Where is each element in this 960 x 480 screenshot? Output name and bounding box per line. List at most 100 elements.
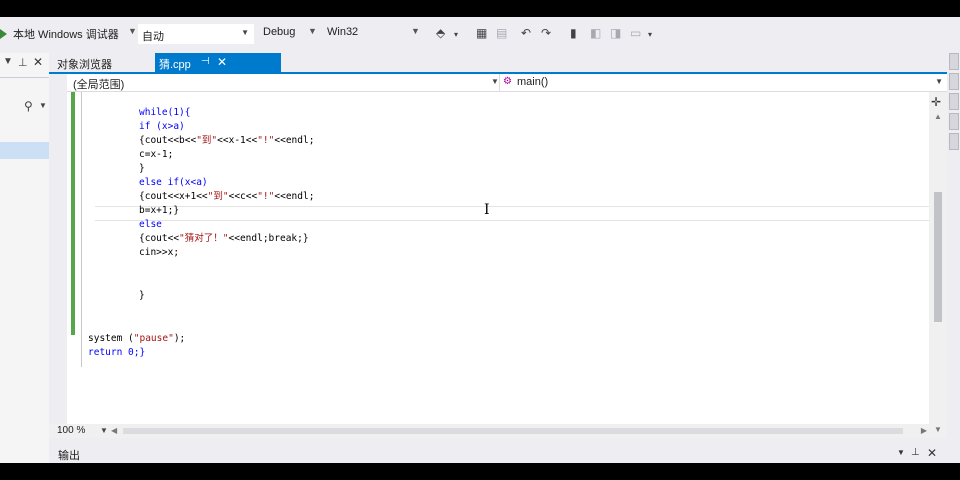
code-line[interactable]: if (x>a) [139, 120, 185, 134]
close-icon[interactable]: ✕ [927, 446, 937, 460]
code-line[interactable]: {cout<<b<<"到"<<x-1<<"!"<<endl; [139, 134, 314, 148]
chevron-down-icon[interactable]: ▼ [491, 77, 499, 86]
panel-dropdown-chevron-icon[interactable]: ▼ [3, 56, 13, 67]
code-token: while(1){ [139, 107, 191, 118]
solution-config-combo[interactable]: 自动 ▼ [138, 24, 254, 44]
platform-combo[interactable]: Win32 [327, 26, 358, 38]
code-line[interactable]: } [139, 162, 145, 176]
scope-combo[interactable]: (全局范围) [73, 76, 124, 92]
platform-chevron-icon[interactable]: ▼ [411, 26, 420, 36]
selected-tree-item[interactable] [0, 142, 49, 159]
start-debug-play-icon[interactable] [0, 29, 7, 39]
chevron-down-icon[interactable]: ▼ [935, 77, 943, 86]
pin-icon[interactable]: ⊣ [201, 56, 210, 67]
format-icon[interactable]: ▤ [496, 26, 507, 40]
redo-icon[interactable]: ↷ [541, 26, 551, 40]
clear-bookmarks-icon[interactable]: ▭ [630, 26, 641, 40]
code-line[interactable]: else if(x<a) [139, 176, 208, 190]
ide-window: 本地 Windows 调试器 ▼ 自动 ▼ Debug ▼ Win32 ▼ ⬘ … [0, 17, 960, 463]
layout-icon[interactable]: ▦ [476, 26, 487, 40]
divider [499, 74, 500, 92]
code-token: system ( [88, 333, 134, 344]
member-combo[interactable]: main() [517, 76, 548, 88]
toolbar-overflow-icon[interactable]: ▾ [454, 30, 458, 39]
scroll-up-icon[interactable]: ▲ [934, 112, 942, 121]
build-config-chevron-icon[interactable]: ▼ [308, 26, 317, 36]
tool-window-tab[interactable] [949, 113, 959, 130]
code-line[interactable]: {cout<<x+1<<"到"<<c<<"!"<<endl; [139, 190, 314, 204]
code-token: cin>>x; [139, 247, 180, 258]
search-dropdown-chevron-icon[interactable]: ▼ [39, 101, 47, 110]
tab-label: 猜.cpp [159, 59, 191, 71]
code-token: {cout<<b<< [139, 135, 197, 146]
string-literal: "pause" [133, 333, 174, 344]
tool-window-tab[interactable] [949, 53, 959, 70]
code-token: ); [173, 333, 186, 344]
scroll-down-icon[interactable]: ▼ [934, 425, 942, 434]
code-line[interactable]: while(1){ [139, 106, 190, 120]
code-token: } [139, 163, 145, 174]
debugger-dropdown-chevron-icon[interactable]: ▼ [128, 26, 137, 36]
code-token: <<endl;break;} [228, 233, 309, 244]
code-token: c=x-1; [139, 149, 174, 160]
code-token: else if(x<a) [139, 177, 208, 188]
string-literal: "猜对了！" [179, 233, 229, 244]
pin-icon[interactable]: ⊥ [18, 56, 28, 69]
code-line[interactable]: else [139, 218, 162, 232]
scroll-right-icon[interactable]: ▶ [921, 426, 927, 435]
horizontal-scrollbar-thumb[interactable] [123, 428, 903, 434]
code-line[interactable]: b=x+1;} [139, 204, 179, 218]
build-config-combo[interactable]: Debug [263, 26, 295, 38]
close-icon[interactable]: ✕ [217, 55, 227, 69]
prev-bookmark-icon[interactable]: ◧ [590, 26, 601, 40]
next-bookmark-icon[interactable]: ◨ [610, 26, 621, 40]
tab-object-browser[interactable]: 对象浏览器 [57, 56, 112, 72]
panel-dropdown-chevron-icon[interactable]: ▼ [897, 448, 905, 457]
code-token: <<endl; [274, 191, 315, 202]
code-token: if (x>a) [139, 121, 185, 132]
tool-window-tab[interactable] [949, 93, 959, 110]
search-icon[interactable]: ⚲ [24, 99, 33, 113]
code-token: <<endl; [274, 135, 315, 146]
code-line[interactable]: cin>>x; [139, 246, 179, 260]
bookmark-icon[interactable]: ▮ [570, 26, 577, 40]
tool-window-tab[interactable] [949, 133, 959, 150]
scroll-left-icon[interactable]: ◀ [111, 426, 117, 435]
code-token: <<c<< [228, 191, 258, 202]
navigation-bar: (全局范围) ▼ ⚙ main() ▼ [67, 74, 947, 92]
code-token: } [139, 290, 145, 301]
solution-config-value: 自动 [142, 31, 164, 43]
toolbar-overflow-icon[interactable]: ▾ [648, 30, 652, 39]
right-tool-strip [949, 53, 960, 163]
string-literal: "!" [257, 135, 275, 146]
pin-icon[interactable]: ⊥ [911, 447, 920, 458]
zoom-chevron-icon[interactable]: ▼ [100, 426, 108, 435]
top-black-bar [0, 0, 960, 17]
function-icon: ⚙ [503, 76, 512, 87]
code-line[interactable]: } [139, 289, 145, 303]
text-cursor-icon: I [484, 202, 490, 218]
code-line[interactable]: {cout<<"猜对了！"<<endl;break;} [139, 232, 309, 246]
document-tab-bar: 对象浏览器 猜.cpp ⊣ ✕ [49, 53, 947, 72]
code-line[interactable]: system ("pause"); [88, 332, 185, 346]
code-line[interactable]: return 0;} [88, 346, 145, 360]
outline-guide [81, 92, 82, 367]
start-debugger-button[interactable]: 本地 Windows 调试器 [13, 26, 119, 42]
split-window-icon[interactable]: ✛ [931, 95, 941, 109]
output-panel-header: 输出 ▼ ⊥ ✕ [49, 445, 947, 463]
current-line-highlight [95, 206, 929, 221]
code-token: {cout<<x+1<< [139, 191, 208, 202]
string-literal: "到" [196, 135, 218, 146]
divider [0, 77, 49, 78]
zoom-level[interactable]: 100 % [57, 425, 85, 436]
scrollbar-thumb[interactable] [934, 192, 942, 322]
find-in-files-icon[interactable]: ⬘ [436, 26, 445, 40]
code-line[interactable]: c=x-1; [139, 148, 173, 162]
tool-window-tab[interactable] [949, 73, 959, 90]
tab-active-document[interactable]: 猜.cpp ⊣ ✕ [155, 53, 281, 72]
vertical-scrollbar[interactable]: ✛ ▲ ▼ [929, 92, 947, 438]
code-editor[interactable]: while(1){ if (x>a) {cout<<b<<"到"<<x-1<<"… [67, 92, 929, 424]
code-token: b=x+1;} [139, 205, 180, 216]
close-icon[interactable]: ✕ [33, 55, 43, 69]
undo-icon[interactable]: ↶ [521, 26, 531, 40]
